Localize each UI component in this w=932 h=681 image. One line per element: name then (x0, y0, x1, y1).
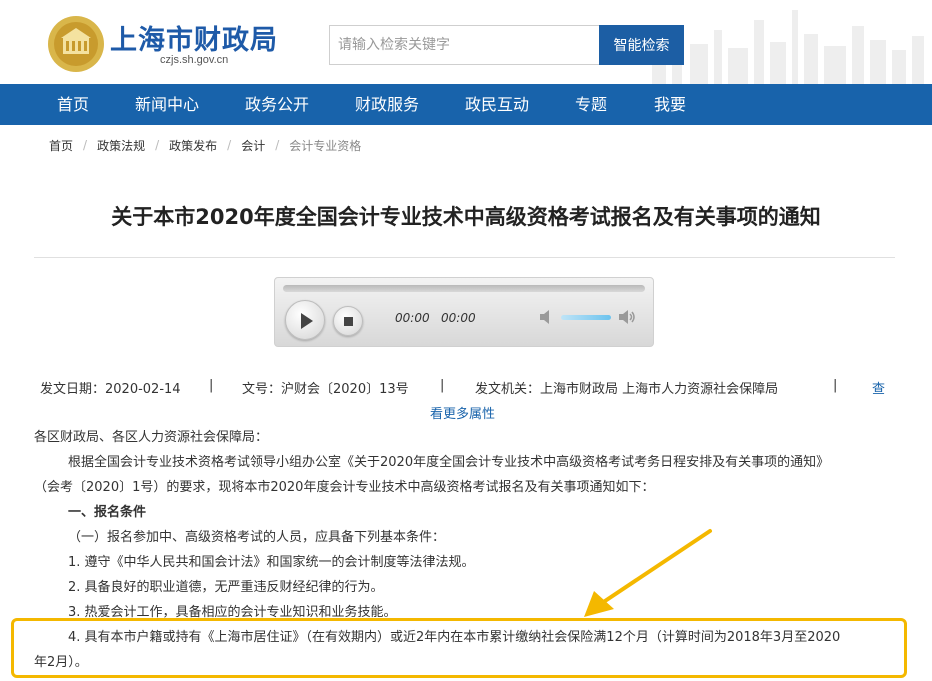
nav-item-finance-services[interactable]: 财政服务 (355, 84, 419, 125)
nav-item-topics[interactable]: 专题 (575, 84, 607, 125)
breadcrumb-separator: / (83, 138, 88, 152)
issuing-authority: 发文机关：上海市财政局 上海市人力资源社会保障局 (475, 382, 779, 397)
city-emblem-icon (48, 16, 104, 72)
document-number: 文号：沪财会〔2020〕13号 (242, 382, 409, 397)
publish-date: 发文日期：2020-02-14 (40, 382, 181, 397)
section-heading: 一、报名条件 (68, 505, 147, 520)
mute-icon[interactable] (538, 308, 556, 326)
arrow-annotation-icon (584, 529, 712, 617)
breadcrumb-separator: / (275, 138, 280, 152)
sub-heading: （一）报名参加中、高级资格考试的人员，应具备下列基本条件： (68, 530, 446, 545)
breadcrumb-item[interactable]: 首页 (49, 137, 73, 154)
meta-separator: | (440, 378, 445, 393)
list-item: 1. 遵守《中华人民共和国会计法》和国家统一的会计制度等法律法规。 (68, 555, 475, 570)
site-header: 上海市财政局 czjs.sh.gov.cn 智能检索 (0, 0, 932, 84)
list-item: 2. 具备良好的职业道德，无严重违反财经纪律的行为。 (68, 580, 384, 595)
salutation: 各区财政局、各区人力资源社会保障局： (34, 430, 269, 445)
duration-time: 00:00 (441, 311, 476, 325)
nav-item-i-want[interactable]: 我要 (654, 84, 686, 125)
breadcrumb-separator: / (227, 138, 232, 152)
volume-slider[interactable] (561, 315, 611, 320)
play-icon[interactable] (285, 300, 325, 340)
nav-item-interaction[interactable]: 政民互动 (465, 84, 529, 125)
article-title: 关于本市2020年度全国会计专业技术中高级资格考试报名及有关事项的通知 (111, 205, 821, 229)
search-input[interactable] (329, 25, 599, 65)
meta-separator: | (833, 378, 838, 393)
title-divider (34, 257, 895, 258)
view-more-attributes-link[interactable]: 查 (872, 378, 885, 397)
nav-item-news[interactable]: 新闻中心 (135, 84, 199, 125)
stop-icon[interactable] (333, 306, 363, 336)
smart-search-button[interactable]: 智能检索 (599, 25, 684, 65)
nav-item-gov-affairs[interactable]: 政务公开 (245, 84, 309, 125)
site-title[interactable]: 上海市财政局 (110, 18, 278, 57)
breadcrumb-item[interactable]: 会计 (241, 137, 265, 154)
nav-item-home[interactable]: 首页 (57, 84, 89, 125)
view-more-attributes-link-cont[interactable]: 看更多属性 (430, 403, 495, 422)
audio-progress-bar[interactable] (283, 285, 645, 292)
site-domain: czjs.sh.gov.cn (160, 54, 229, 66)
breadcrumb: 首页 / 政策法规 / 政策发布 / 会计 / 会计专业资格 (49, 137, 361, 153)
breadcrumb-item-current[interactable]: 会计专业资格 (289, 137, 361, 154)
intro-paragraph: 根据全国会计专业技术资格考试领导小组办公室《关于2020年度全国会计专业技术中高… (68, 455, 830, 470)
breadcrumb-item[interactable]: 政策法规 (97, 137, 145, 154)
highlight-box (11, 618, 907, 678)
main-nav: 首页 新闻中心 政务公开 财政服务 政民互动 专题 我要 (0, 84, 932, 125)
meta-separator: | (209, 378, 214, 393)
breadcrumb-separator: / (155, 138, 160, 152)
current-time: 00:00 (395, 311, 430, 325)
audio-player: 00:00 00:00 (274, 277, 654, 347)
breadcrumb-item[interactable]: 政策发布 (169, 137, 217, 154)
intro-paragraph-cont: （会考〔2020〕1号）的要求，现将本市2020年度会计专业技术中高级资格考试报… (34, 480, 655, 495)
volume-icon[interactable] (618, 308, 636, 326)
